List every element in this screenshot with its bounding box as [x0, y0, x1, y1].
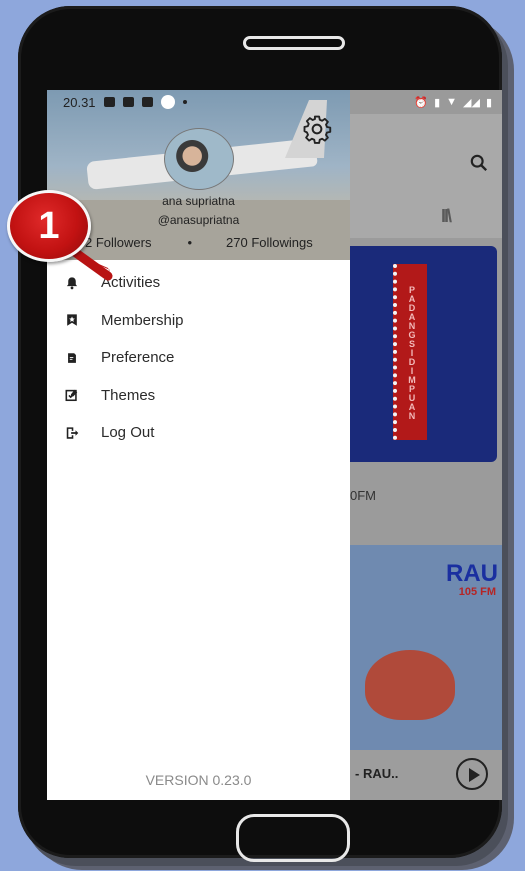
background-toolbar: II\ — [350, 114, 502, 238]
station-banner: PADANGSIDIMPUAN — [393, 264, 427, 440]
edit-check-icon — [65, 390, 78, 402]
bookmark-star-icon — [67, 314, 77, 326]
app-version: VERSION 0.23.0 — [145, 772, 252, 788]
player-title: - RAU.. — [355, 766, 399, 781]
follow-stats: 2 Followers • 270 Followings — [85, 235, 313, 250]
phone-speaker — [243, 36, 345, 50]
menu-item-activities[interactable]: Activities — [47, 264, 350, 302]
signal-icon: ◢◢ — [463, 96, 480, 109]
menu-item-membership[interactable]: Membership — [47, 302, 350, 340]
menu-label-membership: Membership — [101, 311, 184, 329]
background-status-icons: ⏰ ▮ ▼ ◢◢ ▮ — [350, 90, 502, 114]
follow-separator: • — [187, 235, 193, 250]
followings-count[interactable]: 270 Followings — [226, 235, 313, 250]
circle-notification-icon — [160, 95, 175, 109]
drawer-header: 20.31 ana supriatna @anasupriatna 2 Foll… — [47, 90, 350, 260]
status-time: 20.31 — [63, 94, 96, 110]
message-notification-icon — [122, 97, 134, 107]
logout-icon — [66, 427, 79, 439]
rau-logo: RAU — [446, 560, 498, 587]
phone-home-button[interactable] — [236, 814, 350, 862]
navigation-drawer: 20.31 ana supriatna @anasupriatna 2 Foll… — [47, 90, 350, 800]
library-icon[interactable]: II\ — [441, 206, 452, 227]
more-notifications-icon — [182, 100, 187, 104]
menu-item-preference[interactable]: Preference — [47, 339, 350, 377]
profile-name: ana supriatna — [162, 194, 235, 208]
play-button[interactable] — [456, 758, 488, 790]
followers-count[interactable]: 2 Followers — [85, 235, 151, 250]
bell-icon — [66, 277, 78, 290]
menu-label-themes: Themes — [101, 386, 156, 404]
step-number-badge: 1 — [7, 190, 91, 262]
document-icon — [68, 352, 76, 363]
battery-icon: ▮ — [485, 96, 492, 109]
header-tarmac — [47, 200, 350, 260]
gear-icon[interactable] — [302, 114, 332, 144]
menu-item-logout[interactable]: Log Out — [47, 414, 350, 452]
avatar[interactable] — [164, 128, 234, 190]
status-bar: 20.31 — [47, 90, 350, 114]
menu-label-logout: Log Out — [101, 424, 155, 442]
rau-logo-sub: 105 FM — [458, 586, 496, 598]
gallery-notification-icon — [103, 97, 115, 107]
vibrate-icon: ▮ — [434, 96, 441, 109]
menu-label-activities: Activities — [101, 274, 161, 292]
phone-screen: ⏰ ▮ ▼ ◢◢ ▮ II\ PADANGSIDIMPUAN 0FM RAU 1… — [47, 90, 502, 800]
menu-item-themes[interactable]: Themes — [47, 377, 350, 415]
wifi-icon: ▼ — [446, 96, 458, 108]
app-notification-icon — [141, 97, 153, 107]
profile-handle: @anasupriatna — [157, 213, 240, 227]
search-icon[interactable] — [470, 154, 488, 172]
octopus-illustration — [365, 650, 455, 720]
station-frequency: 0FM — [350, 488, 376, 503]
drawer-menu: Activities Membership Preference Themes … — [47, 264, 350, 452]
alarm-icon: ⏰ — [414, 96, 429, 109]
menu-label-preference: Preference — [101, 349, 175, 367]
